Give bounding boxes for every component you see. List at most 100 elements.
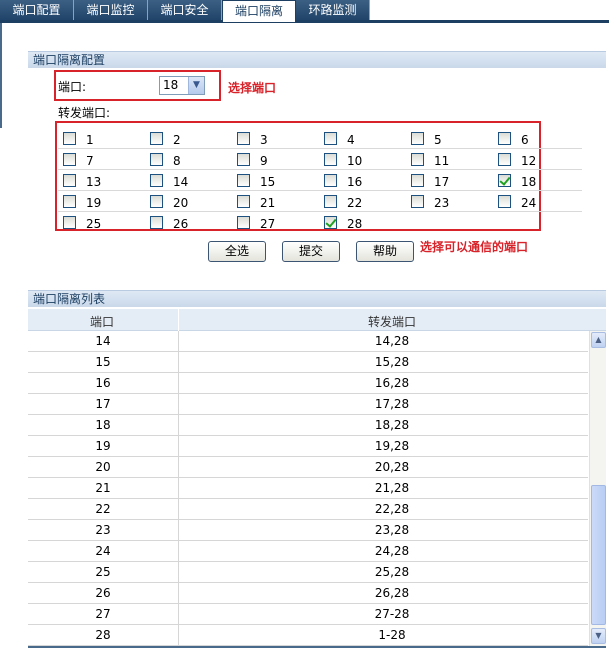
select-all-button[interactable]: 全选	[208, 241, 266, 262]
tab-port-monitor[interactable]: 端口监控	[74, 0, 148, 21]
table-row[interactable]: 17 17,28	[28, 394, 588, 415]
port-checkbox-item[interactable]: 11	[406, 149, 493, 169]
port-checkbox[interactable]	[63, 132, 76, 145]
port-checkbox-item[interactable]: 25	[58, 212, 145, 232]
port-checkbox-item[interactable]: 12	[493, 149, 580, 169]
table-row[interactable]: 14 14,28	[28, 331, 588, 352]
cell-forward-ports: 19,28	[374, 439, 410, 453]
port-checkbox-item[interactable]: 2	[145, 128, 232, 148]
port-checkbox-item[interactable]: 9	[232, 149, 319, 169]
cell-port: 19	[95, 439, 111, 453]
tab-port-isolation[interactable]: 端口隔离	[222, 0, 296, 22]
port-checkbox-item[interactable]: 14	[145, 170, 232, 190]
port-checkbox-item[interactable]: 4	[319, 128, 406, 148]
port-checkbox-item[interactable]: 16	[319, 170, 406, 190]
cell-port: 26	[95, 586, 111, 600]
port-select[interactable]: 18 ▼	[159, 76, 205, 95]
table-row[interactable]: 24 24,28	[28, 541, 588, 562]
port-checkbox[interactable]	[150, 153, 163, 166]
table-row[interactable]: 15 15,28	[28, 352, 588, 373]
port-checkbox-item[interactable]: 5	[406, 128, 493, 148]
table-row[interactable]: 25 25,28	[28, 562, 588, 583]
tab-port-security[interactable]: 端口安全	[148, 0, 222, 21]
port-checkbox-label: 9	[260, 154, 268, 168]
arrow-up-icon[interactable]: ▲	[591, 332, 606, 348]
port-checkbox[interactable]	[63, 195, 76, 208]
table-row[interactable]: 16 16,28	[28, 373, 588, 394]
port-checkbox[interactable]	[498, 174, 511, 187]
port-checkbox[interactable]	[63, 153, 76, 166]
port-checkbox-item[interactable]: 8	[145, 149, 232, 169]
port-checkbox[interactable]	[411, 174, 424, 187]
port-checkbox-item[interactable]: 1	[58, 128, 145, 148]
port-checkbox-item[interactable]: 15	[232, 170, 319, 190]
table-row[interactable]: 23 23,28	[28, 520, 588, 541]
table-row[interactable]: 26 26,28	[28, 583, 588, 604]
port-checkbox[interactable]	[324, 153, 337, 166]
port-select-value: 18	[163, 78, 179, 92]
port-checkbox[interactable]	[237, 174, 250, 187]
port-checkbox[interactable]	[324, 174, 337, 187]
submit-button[interactable]: 提交	[282, 241, 340, 262]
port-checkbox[interactable]	[411, 132, 424, 145]
port-checkbox-item[interactable]: 19	[58, 191, 145, 211]
port-checkbox-item[interactable]: 24	[493, 191, 580, 211]
cell-forward-ports: 1-28	[378, 628, 406, 642]
port-label: 端口:	[58, 80, 87, 94]
port-checkbox-item[interactable]: 22	[319, 191, 406, 211]
cell-port: 23	[95, 523, 111, 537]
port-checkbox-item[interactable]: 21	[232, 191, 319, 211]
port-checkbox-item[interactable]: 23	[406, 191, 493, 211]
port-checkbox[interactable]	[498, 153, 511, 166]
port-checkbox-label: 19	[86, 196, 102, 210]
table-row[interactable]: 18 18,28	[28, 415, 588, 436]
table-row[interactable]: 19 19,28	[28, 436, 588, 457]
port-checkbox[interactable]	[498, 132, 511, 145]
port-checkbox-item[interactable]: 10	[319, 149, 406, 169]
port-checkbox-label: 7	[86, 154, 94, 168]
port-checkbox-item[interactable]: 20	[145, 191, 232, 211]
column-header-forward: 转发端口	[368, 315, 417, 329]
port-checkbox-item[interactable]: 28	[319, 212, 406, 232]
port-checkbox[interactable]	[150, 216, 163, 229]
chevron-down-icon[interactable]: ▼	[188, 77, 204, 94]
port-checkbox[interactable]	[411, 195, 424, 208]
port-checkbox-item[interactable]: 18	[493, 170, 580, 190]
port-checkbox[interactable]	[237, 195, 250, 208]
cell-forward-ports: 16,28	[374, 376, 410, 390]
port-checkbox-label: 1	[86, 133, 94, 147]
table-row[interactable]: 22 22,28	[28, 499, 588, 520]
tab-loop-detection[interactable]: 环路监测	[296, 0, 370, 21]
port-checkbox[interactable]	[150, 195, 163, 208]
port-checkbox-label: 13	[86, 175, 102, 189]
port-checkbox-item[interactable]: 13	[58, 170, 145, 190]
port-checkbox[interactable]	[237, 216, 250, 229]
port-checkbox-item[interactable]: 6	[493, 128, 580, 148]
port-checkbox-item[interactable]: 17	[406, 170, 493, 190]
port-checkbox[interactable]	[150, 174, 163, 187]
port-checkbox[interactable]	[324, 195, 337, 208]
table-row[interactable]: 20 20,28	[28, 457, 588, 478]
port-checkbox[interactable]	[150, 132, 163, 145]
help-button[interactable]: 帮助	[356, 241, 414, 262]
port-checkbox[interactable]	[63, 216, 76, 229]
port-checkbox[interactable]	[498, 195, 511, 208]
table-row[interactable]: 27 27-28	[28, 604, 588, 625]
arrow-down-icon[interactable]: ▼	[591, 628, 606, 644]
table-row[interactable]: 21 21,28	[28, 478, 588, 499]
port-checkbox[interactable]	[237, 132, 250, 145]
tab-port-config[interactable]: 端口配置	[0, 0, 74, 21]
port-checkbox[interactable]	[324, 216, 337, 229]
port-checkbox-label: 26	[173, 217, 189, 231]
port-checkbox-item[interactable]: 27	[232, 212, 319, 232]
port-checkbox[interactable]	[324, 132, 337, 145]
port-checkbox-item[interactable]: 3	[232, 128, 319, 148]
table-scrollbar[interactable]: ▲ ▼	[589, 331, 606, 646]
port-checkbox[interactable]	[411, 153, 424, 166]
scrollbar-thumb[interactable]	[591, 485, 606, 625]
port-checkbox[interactable]	[237, 153, 250, 166]
table-row[interactable]: 28 1-28	[28, 625, 588, 646]
port-checkbox[interactable]	[63, 174, 76, 187]
port-checkbox-item[interactable]: 26	[145, 212, 232, 232]
port-checkbox-item[interactable]: 7	[58, 149, 145, 169]
